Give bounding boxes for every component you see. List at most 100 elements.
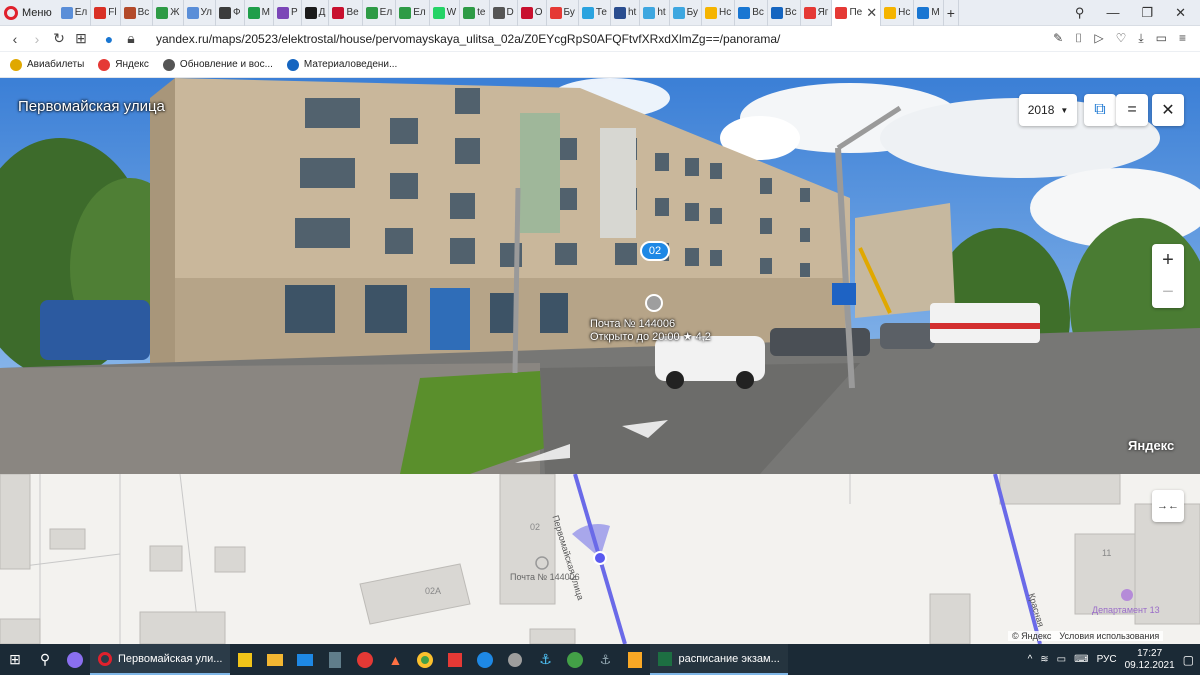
year-selector[interactable]: 2018 ▼ <box>1019 94 1077 126</box>
close-panorama-button[interactable]: ✕ <box>1152 94 1184 126</box>
battery-icon[interactable]: ▭ <box>1057 654 1066 665</box>
browser-tab[interactable]: Вс <box>121 0 154 26</box>
reload-icon[interactable]: ↻ <box>48 30 70 47</box>
browser-tab[interactable]: D <box>490 0 518 26</box>
new-tab-button[interactable]: + <box>944 0 959 26</box>
taskbar-ship-icon[interactable]: ⚓︎ <box>590 644 620 675</box>
browser-tab[interactable]: Р <box>274 0 302 26</box>
house-number-badge[interactable]: 02 <box>640 241 670 261</box>
search-icon: ⚲ <box>39 651 51 667</box>
share-button[interactable]: ⧉ <box>1084 94 1116 126</box>
tab-label: Ве <box>346 7 359 18</box>
clock-date: 09.12.2021 <box>1124 659 1175 671</box>
taskbar-excel-app[interactable]: расписание экзам... <box>650 644 788 675</box>
browser-tab[interactable]: Ел <box>363 0 397 26</box>
taskbar-explorer-icon[interactable] <box>260 644 290 675</box>
camera-icon[interactable]: ⌷ <box>1075 31 1082 46</box>
keyboard-icon[interactable]: ⌨ <box>1074 654 1088 665</box>
bookmark-item[interactable]: Обновление и вос... <box>162 58 273 71</box>
tab-label: Нс <box>898 7 911 18</box>
opera-menu-button[interactable]: Меню <box>0 0 58 26</box>
browser-tab[interactable]: Вс <box>735 0 768 26</box>
browser-tab[interactable]: Пе ✕ <box>832 0 882 26</box>
url-field[interactable]: yandex.ru/maps/20523/elektrostal/house/p… <box>156 32 1053 46</box>
browser-tab[interactable]: Бу <box>547 0 579 26</box>
heart-icon[interactable]: ♡ <box>1116 31 1127 46</box>
restore-button[interactable]: ❐ <box>1141 5 1153 21</box>
taskbar-calculator-icon[interactable] <box>320 644 350 675</box>
tab-favicon-icon <box>365 6 378 19</box>
taskbar-mail-icon[interactable] <box>290 644 320 675</box>
collapse-map-button[interactable]: →← <box>1152 490 1184 522</box>
browser-tab[interactable]: Вс <box>768 0 801 26</box>
browser-tab[interactable]: Д <box>302 0 330 26</box>
forward-icon[interactable]: › <box>26 31 48 47</box>
taskbar-yandex-icon[interactable] <box>350 644 380 675</box>
taskbar-game-icon[interactable] <box>500 644 530 675</box>
taskbar-edge-icon[interactable] <box>470 644 500 675</box>
wifi-icon[interactable]: ≋ <box>1040 654 1048 665</box>
poi-label[interactable]: Почта № 144006 Открыто до 20:00 ★ 4,2 <box>590 318 711 344</box>
browser-tab[interactable]: Ве <box>329 0 363 26</box>
browser-tab[interactable]: О <box>518 0 547 26</box>
taskbar-chrome-icon[interactable] <box>410 644 440 675</box>
language-indicator[interactable]: РУС <box>1097 654 1117 665</box>
clock[interactable]: 17:27 09.12.2021 <box>1125 648 1175 672</box>
minimize-button[interactable]: — <box>1106 5 1119 20</box>
zoom-out-button[interactable]: − <box>1152 276 1184 308</box>
menu-button[interactable]: = <box>1116 94 1148 126</box>
taskbar-shield-icon[interactable] <box>620 644 650 675</box>
taskbar-torrent-icon[interactable] <box>560 644 590 675</box>
terms-link[interactable]: Условия использования <box>1059 631 1159 641</box>
browser-tab[interactable]: М <box>914 0 944 26</box>
tray-expand-icon[interactable]: ^ <box>1028 654 1033 665</box>
browser-tab[interactable]: te <box>460 0 490 26</box>
settings-icon[interactable]: ≡ <box>1179 31 1186 46</box>
search-button[interactable]: ⚲ <box>30 644 60 675</box>
start-button[interactable]: ⊞ <box>0 644 30 675</box>
browser-tab[interactable]: Ф <box>216 0 245 26</box>
zoom-in-button[interactable]: + <box>1152 244 1184 276</box>
browser-tab[interactable]: ht <box>611 0 641 26</box>
back-icon[interactable]: ‹ <box>4 31 26 47</box>
download-icon[interactable]: ⤓ <box>1138 31 1143 46</box>
search-tabs-icon[interactable]: ⚲ <box>1075 5 1085 21</box>
browser-tab[interactable]: Ел <box>396 0 430 26</box>
browser-tab[interactable]: Нс <box>702 0 736 26</box>
map-dept-label[interactable]: Департамент 13 <box>1092 605 1160 615</box>
tab-label: Ел <box>74 7 88 18</box>
taskbar-matlab-icon[interactable]: ▲ <box>380 644 410 675</box>
browser-tab[interactable]: Ел <box>58 0 92 26</box>
street-panorama[interactable]: Первомайская улица 2018 ▼ ⧉ = ✕ 02 Почта… <box>0 78 1200 474</box>
lock-icon: 🔒︎ <box>127 30 135 46</box>
bookmark-item[interactable]: Авиабилеты <box>10 58 84 71</box>
bookmark-item[interactable]: Материаловедени... <box>286 58 397 71</box>
bookmark-item[interactable]: Яндекс <box>98 58 149 71</box>
browser-tab[interactable]: Те <box>579 0 611 26</box>
browser-tab[interactable]: Fl <box>91 0 121 26</box>
close-tab-icon[interactable]: ✕ <box>866 5 877 21</box>
tabs-grid-icon[interactable]: ⊞ <box>70 30 92 47</box>
browser-tab[interactable]: Яг <box>801 0 833 26</box>
browser-tab[interactable]: Бу <box>670 0 702 26</box>
mail-poi-icon[interactable] <box>645 294 663 312</box>
browser-tab[interactable]: ht <box>640 0 670 26</box>
battery-icon[interactable]: ▭ <box>1156 31 1167 46</box>
browser-tab[interactable]: Ул <box>184 0 217 26</box>
taskbar-gift-icon[interactable] <box>440 644 470 675</box>
browser-tab[interactable]: W <box>430 0 461 26</box>
notification-icon[interactable]: ▢ <box>1183 653 1194 667</box>
browser-tab[interactable]: Ж <box>153 0 184 26</box>
mini-map[interactable]: 02 02А 11 Почта № 144006 Департамент 13 … <box>0 474 1200 644</box>
alice-button[interactable] <box>60 644 90 675</box>
tabbar-controls: ⚲ — ❐ ✕ <box>1075 5 1200 21</box>
taskbar-anchor-icon[interactable]: ⚓︎ <box>530 644 560 675</box>
tab-label: W <box>446 7 457 18</box>
close-window-button[interactable]: ✕ <box>1175 5 1186 21</box>
edit-icon[interactable]: ✎ <box>1053 31 1063 46</box>
taskbar-opera-app[interactable]: Первомайская ули... <box>90 644 231 675</box>
taskbar-store-icon[interactable] <box>230 644 260 675</box>
send-icon[interactable]: ▷ <box>1094 31 1103 46</box>
browser-tab[interactable]: М <box>245 0 274 26</box>
browser-tab[interactable]: Нс <box>881 0 915 26</box>
